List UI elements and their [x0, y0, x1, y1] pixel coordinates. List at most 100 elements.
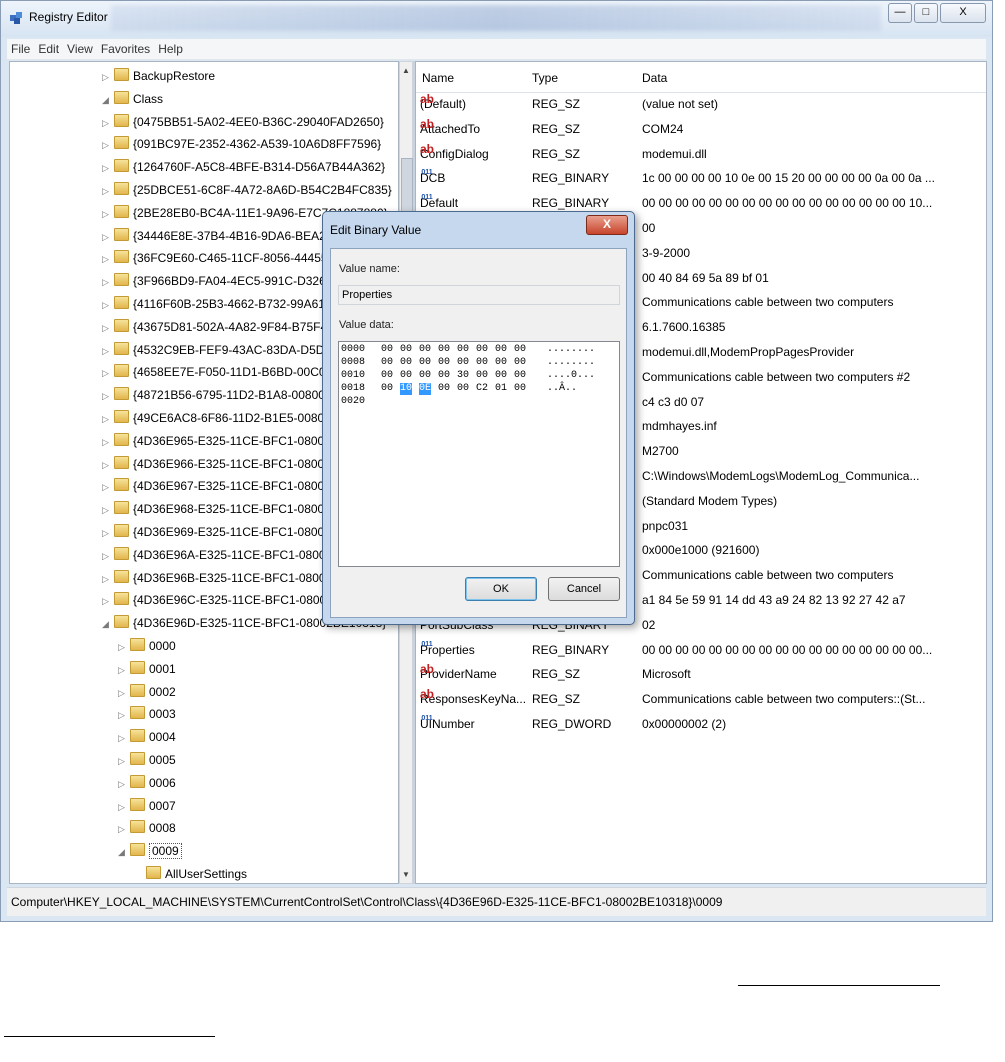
expand-arrow-icon[interactable]: ▷ — [118, 796, 130, 818]
tree-item[interactable]: ▷ {1264760F-A5C8-4BFE-B314-D56A7B44A362} — [102, 156, 385, 178]
tree-item[interactable]: ▷ 0008 — [118, 817, 176, 839]
tree-item[interactable]: ▷ BackupRestore — [102, 65, 215, 87]
expand-arrow-icon[interactable]: ▷ — [102, 294, 114, 316]
tree-item[interactable]: ▷ {091BC97E-2352-4362-A539-10A6D8FF7596} — [102, 133, 381, 155]
tree-item[interactable]: ◢ Class — [102, 88, 163, 110]
expand-arrow-icon[interactable]: ▷ — [118, 704, 130, 726]
expand-arrow-icon[interactable]: ▷ — [102, 271, 114, 293]
hex-byte[interactable]: 00 — [495, 357, 507, 369]
close-button[interactable]: X — [940, 3, 986, 23]
expand-arrow-icon[interactable]: ▷ — [102, 66, 114, 88]
hex-byte[interactable]: 00 — [438, 357, 450, 369]
expand-arrow-icon[interactable]: ▷ — [118, 750, 130, 772]
expand-arrow-icon[interactable]: ▷ — [102, 454, 114, 476]
tree-item[interactable]: ▷ {43675D81-502A-4A82-9F84-B75F4 — [102, 316, 327, 338]
tree-item[interactable]: ◢ 0009 — [118, 840, 182, 862]
maximize-button[interactable]: □ — [914, 3, 938, 23]
expand-arrow-icon[interactable]: ▷ — [118, 727, 130, 749]
expand-arrow-icon[interactable]: ▷ — [102, 362, 114, 384]
hex-byte[interactable]: C2 — [476, 383, 488, 395]
tree-item[interactable]: ▷ 0003 — [118, 703, 176, 725]
hex-byte[interactable]: 10 — [400, 383, 413, 395]
tree-item[interactable]: ▷ {0475BB51-5A02-4EE0-B36C-29040FAD2650} — [102, 111, 384, 133]
hex-byte[interactable]: 00 — [419, 344, 431, 356]
expand-arrow-icon[interactable]: ▷ — [102, 522, 114, 544]
tree-item[interactable]: ▷ {36FC9E60-C465-11CF-8056-44455 — [102, 247, 328, 269]
expand-arrow-icon[interactable]: ▷ — [102, 157, 114, 179]
tree-item[interactable]: ▷ {3F966BD9-FA04-4EC5-991C-D326 — [102, 270, 326, 292]
expand-arrow-icon[interactable]: ▷ — [102, 112, 114, 134]
expand-arrow-icon[interactable]: ▷ — [102, 568, 114, 590]
menu-help[interactable]: Help — [154, 42, 187, 56]
collapse-arrow-icon[interactable]: ◢ — [102, 89, 114, 111]
tree-item[interactable]: ▷ 0004 — [118, 726, 176, 748]
column-header-name[interactable]: Name — [422, 71, 454, 85]
expand-arrow-icon[interactable]: ▷ — [102, 134, 114, 156]
hex-byte[interactable]: 00 — [514, 344, 526, 356]
menu-favorites[interactable]: Favorites — [97, 42, 154, 56]
hex-byte[interactable]: 00 — [476, 370, 488, 382]
hex-byte[interactable]: 00 — [495, 344, 507, 356]
tree-item[interactable]: ▷ {4D36E965-E325-11CE-BFC1-08002 — [102, 430, 331, 452]
tree-item[interactable]: ▷ {4D36E967-E325-11CE-BFC1-08002 — [102, 475, 331, 497]
expand-arrow-icon[interactable]: ▷ — [118, 818, 130, 840]
minimize-button[interactable]: — — [888, 3, 912, 23]
hex-byte[interactable]: 00 — [400, 344, 412, 356]
hex-byte[interactable]: 00 — [438, 383, 450, 395]
value-row[interactable]: 011 Properties REG_BINARY 00 00 00 00 00 00… — [416, 638, 986, 662]
tree-item[interactable]: ▷ 0007 — [118, 795, 176, 817]
hex-byte[interactable]: 00 — [476, 344, 488, 356]
value-row[interactable]: ab ConfigDialog REG_SZ modemui.dll — [416, 142, 986, 166]
menu-edit[interactable]: Edit — [34, 42, 63, 56]
column-header-data[interactable]: Data — [642, 71, 667, 85]
expand-arrow-icon[interactable]: ▷ — [102, 408, 114, 430]
expand-arrow-icon[interactable]: ▷ — [102, 385, 114, 407]
hex-byte[interactable]: 00 — [438, 370, 450, 382]
tree-item[interactable]: ▷ {4D36E96B-E325-11CE-BFC1-08002 — [102, 567, 332, 589]
expand-arrow-icon[interactable]: ▷ — [102, 499, 114, 521]
hex-byte[interactable]: 00 — [514, 357, 526, 369]
cancel-button[interactable]: Cancel — [548, 577, 620, 601]
tree-item[interactable]: ▷ 0000 — [118, 635, 176, 657]
value-row[interactable]: 011 UINumber REG_DWORD 0x00000002 (2) — [416, 712, 986, 736]
expand-arrow-icon[interactable]: ▷ — [102, 590, 114, 612]
ok-button[interactable]: OK — [465, 577, 537, 601]
expand-arrow-icon[interactable]: ▷ — [118, 636, 130, 658]
tree-item[interactable]: ▷ {4D36E969-E325-11CE-BFC1-08002 — [102, 521, 331, 543]
scroll-down-icon[interactable]: ▼ — [402, 870, 410, 879]
hex-byte[interactable]: 00 — [495, 370, 507, 382]
hex-byte[interactable]: 00 — [457, 357, 469, 369]
expand-arrow-icon[interactable]: ▷ — [102, 180, 114, 202]
tree-item[interactable]: AllUserSettings — [134, 863, 247, 883]
expand-arrow-icon[interactable]: ▷ — [118, 773, 130, 795]
hex-byte[interactable]: 0E — [419, 383, 432, 395]
expand-arrow-icon[interactable]: ▷ — [102, 431, 114, 453]
menu-file[interactable]: File — [7, 42, 34, 56]
hex-byte[interactable]: 00 — [419, 370, 431, 382]
collapse-arrow-icon[interactable]: ◢ — [118, 841, 130, 863]
value-row[interactable]: ab (Default) REG_SZ (value not set) — [416, 92, 986, 116]
hex-byte[interactable]: 00 — [400, 370, 412, 382]
tree-item[interactable]: ▷ 0006 — [118, 772, 176, 794]
expand-arrow-icon[interactable]: ▷ — [102, 226, 114, 248]
tree-item[interactable]: ▷ {4532C9EB-FEF9-43AC-83DA-D5DE — [102, 339, 332, 361]
tree-item[interactable]: ▷ {4658EE7E-F050-11D1-B6BD-00C0 — [102, 361, 326, 383]
title-bar[interactable]: Registry Editor — □ X — [1, 1, 992, 37]
hex-byte[interactable]: 00 — [381, 370, 393, 382]
tree-item[interactable]: ▷ {48721B56-6795-11D2-B1A8-00800 — [102, 384, 325, 406]
tree-item[interactable]: ▷ {4D36E96A-E325-11CE-BFC1-08002 — [102, 544, 332, 566]
tree-item[interactable]: ▷ 0005 — [118, 749, 176, 771]
expand-arrow-icon[interactable]: ▷ — [102, 203, 114, 225]
hex-byte[interactable]: 00 — [514, 370, 526, 382]
value-row[interactable]: ab ResponsesKeyNa... REG_SZ Communications … — [416, 687, 986, 711]
hex-byte[interactable]: 00 — [381, 344, 393, 356]
tree-item[interactable]: ▷ {4D36E96C-E325-11CE-BFC1-08002 — [102, 589, 333, 611]
tree-item[interactable]: ▷ {34446E8E-37B4-4B16-9DA6-BEA2 — [102, 225, 326, 247]
expand-arrow-icon[interactable]: ▷ — [102, 248, 114, 270]
dialog-close-button[interactable]: X — [586, 215, 628, 235]
tree-item[interactable]: ▷ {49CE6AC8-6F86-11D2-B1E5-00800 — [102, 407, 331, 429]
value-row[interactable]: ab ProviderName REG_SZ Microsoft — [416, 662, 986, 686]
collapse-arrow-icon[interactable]: ◢ — [102, 613, 114, 635]
menu-view[interactable]: View — [63, 42, 97, 56]
hex-byte[interactable]: 00 — [476, 357, 488, 369]
